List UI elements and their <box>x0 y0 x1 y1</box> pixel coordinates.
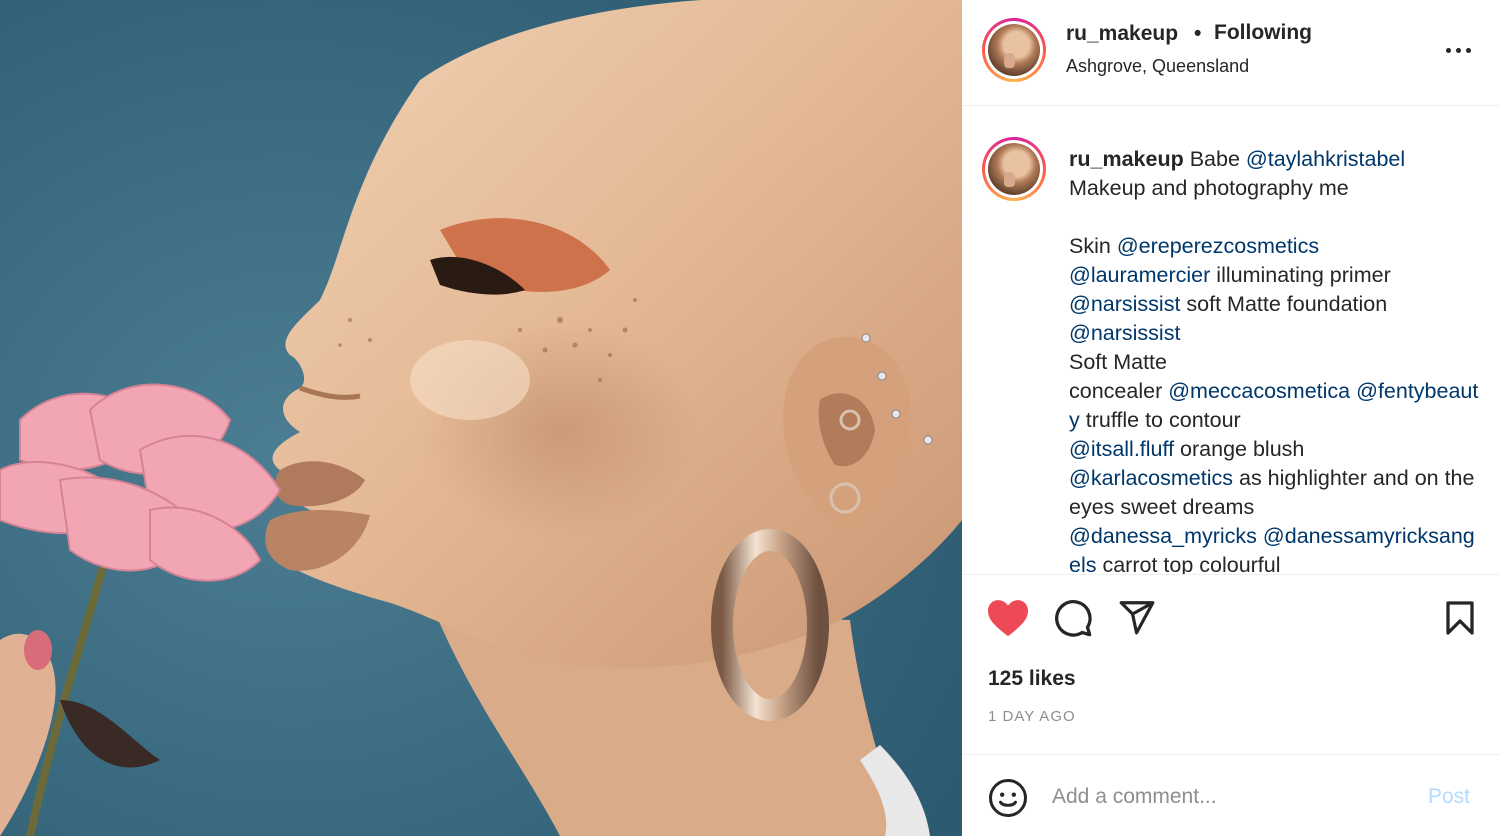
location-link[interactable]: Ashgrove, Queensland <box>1066 56 1249 77</box>
mention-link[interactable]: @ereperezcosmetics <box>1117 234 1319 258</box>
mention-link[interactable]: @narsissist <box>1069 321 1180 345</box>
comment-bar: Post <box>962 754 1500 836</box>
caption-fragment: Makeup and photography me <box>1069 176 1349 200</box>
separator-dot: • <box>1194 22 1202 45</box>
mention-link[interactable]: @narsissist <box>1069 292 1180 316</box>
mention-link[interactable]: @karlacosmetics <box>1069 466 1233 490</box>
caption-avatar[interactable] <box>982 137 1046 201</box>
mention-link[interactable]: @danessa_myricks <box>1069 524 1257 548</box>
caption-fragment: carrot top colourful <box>1096 553 1281 575</box>
comment-bubble-icon <box>1055 600 1092 637</box>
post-comment-button[interactable]: Post <box>1428 785 1470 809</box>
smiley-icon <box>989 779 1027 817</box>
caption-fragment: Babe <box>1189 147 1246 171</box>
mention-link[interactable]: @meccacosmetica <box>1168 379 1350 403</box>
more-horizontal-icon-dot <box>1466 48 1471 53</box>
caption-text: ru_makeup Babe @taylahkristabel Makeup an… <box>1069 145 1479 575</box>
like-button[interactable] <box>986 598 1030 643</box>
comment-button[interactable] <box>1053 598 1093 643</box>
caption-fragment: soft Matte foundation <box>1180 292 1388 316</box>
more-options-button[interactable] <box>1442 34 1478 64</box>
following-button[interactable]: Following <box>1214 21 1312 45</box>
post-timestamp[interactable]: 1 DAY AGO <box>988 708 1076 725</box>
comment-input[interactable] <box>1052 779 1392 815</box>
caption-area[interactable]: ru_makeup Babe @taylahkristabel Makeup an… <box>962 107 1500 575</box>
more-horizontal-icon-dot <box>1456 48 1461 53</box>
bookmark-icon <box>1446 601 1474 635</box>
paper-plane-icon <box>1119 601 1155 635</box>
emoji-button[interactable] <box>988 778 1028 823</box>
caption-fragment: orange blush <box>1174 437 1305 461</box>
avatar[interactable] <box>982 18 1046 82</box>
heart-filled-icon <box>988 600 1028 637</box>
caption-fragment: Skin <box>1069 234 1117 258</box>
post-actions: 125 likes 1 DAY AGO <box>962 576 1500 756</box>
caption-fragment: Soft Matte <box>1069 350 1167 374</box>
mention-link[interactable]: @lauramercier <box>1069 263 1210 287</box>
likes-count[interactable]: 125 likes <box>988 667 1076 691</box>
mention-link[interactable]: @taylahkristabel <box>1246 147 1405 171</box>
caption-username-link[interactable]: ru_makeup <box>1069 147 1184 171</box>
post-side-panel: ru_makeup • Following Ashgrove, Queensla… <box>962 0 1500 836</box>
share-button[interactable] <box>1118 598 1156 641</box>
caption-fragment: truffle to contour <box>1079 408 1241 432</box>
save-button[interactable] <box>1443 600 1477 641</box>
caption-fragment: illuminating primer <box>1210 263 1391 287</box>
post-photo-image <box>0 0 962 836</box>
caption-fragment: concealer <box>1069 379 1169 403</box>
mention-link[interactable]: @itsall.fluff <box>1069 437 1174 461</box>
header-username-link[interactable]: ru_makeup <box>1066 22 1178 46</box>
post-header: ru_makeup • Following Ashgrove, Queensla… <box>962 0 1500 106</box>
more-horizontal-icon <box>1446 48 1451 53</box>
avatar-photo <box>988 24 1040 76</box>
post-photo[interactable] <box>0 0 962 836</box>
avatar-photo <box>988 143 1040 195</box>
caption-body: Babe @taylahkristabel Makeup and photogra… <box>1069 147 1478 575</box>
